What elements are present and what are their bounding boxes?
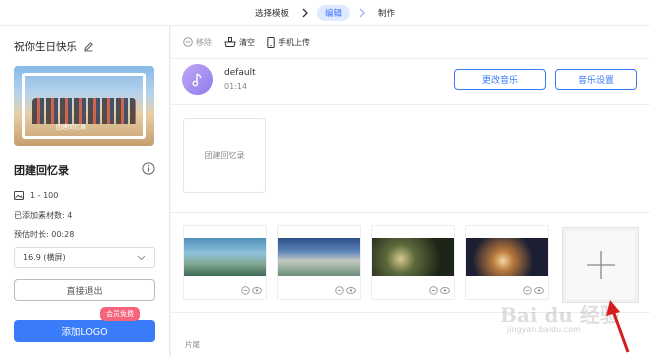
duration-row: 预估时长: 00:28 bbox=[14, 229, 74, 240]
intro-panel: 团建回忆录 bbox=[171, 105, 650, 213]
aspect-ratio-value: 16.9 (横屏) bbox=[23, 253, 66, 262]
clip-controls bbox=[523, 286, 544, 295]
add-clip-inner bbox=[566, 231, 635, 299]
clip-controls bbox=[335, 286, 356, 295]
clip-card[interactable] bbox=[183, 225, 267, 300]
music-duration: 01:14 bbox=[224, 82, 248, 91]
clip-card[interactable] bbox=[465, 225, 549, 300]
clip-card[interactable] bbox=[277, 225, 361, 300]
remove-label: 移除 bbox=[196, 37, 212, 47]
clip-card[interactable] bbox=[371, 225, 455, 300]
clip-controls bbox=[429, 286, 450, 295]
clip-thumbnail bbox=[372, 238, 454, 276]
step-select-template[interactable]: 选择模板 bbox=[251, 7, 293, 19]
estimated-duration: 预估时长: 00:28 bbox=[14, 230, 75, 239]
thumbnail-caption: 团建回忆录 bbox=[56, 124, 87, 131]
minus-circle-icon[interactable] bbox=[335, 286, 344, 295]
eye-icon[interactable] bbox=[252, 286, 262, 295]
template-thumbnail[interactable]: 团建回忆录 bbox=[14, 66, 154, 146]
clear-button[interactable]: 清空 bbox=[224, 37, 255, 48]
minus-circle-icon[interactable] bbox=[241, 286, 250, 295]
template-name: 团建回忆录 bbox=[14, 164, 69, 177]
project-title-text: 祝你生日快乐 bbox=[14, 41, 77, 53]
phone-upload-button[interactable]: 手机上传 bbox=[267, 36, 310, 48]
intro-card-label: 团建回忆录 bbox=[204, 151, 245, 160]
chevron-right-icon bbox=[302, 8, 308, 17]
info-icon[interactable] bbox=[142, 162, 155, 175]
clip-thumbnail bbox=[466, 238, 548, 276]
intro-card[interactable]: 团建回忆录 bbox=[183, 118, 266, 193]
minus-circle-icon[interactable] bbox=[429, 286, 438, 295]
plus-icon bbox=[586, 251, 615, 279]
step-edit[interactable]: 编辑 bbox=[316, 4, 350, 21]
phone-icon bbox=[267, 36, 275, 48]
added-count: 已添加素材数: 4 bbox=[14, 211, 73, 220]
outro-label: 片尾 bbox=[185, 340, 200, 349]
eye-icon[interactable] bbox=[346, 286, 356, 295]
broom-icon bbox=[224, 37, 236, 47]
clear-label: 清空 bbox=[239, 37, 255, 47]
minus-circle-icon bbox=[183, 37, 193, 47]
material-range: 1 - 100 bbox=[30, 191, 59, 200]
edit-toolbar: 移除 清空 手机上传 bbox=[171, 26, 650, 59]
vip-free-badge: 会员免费 bbox=[100, 307, 140, 321]
aspect-ratio-select[interactable]: 16.9 (横屏) bbox=[14, 247, 155, 268]
watermark-url: jingyan.baidu.com bbox=[507, 325, 581, 334]
clip-controls bbox=[241, 286, 262, 295]
watermark-logo: Bai du 经验 bbox=[500, 303, 620, 327]
material-range-row: 1 - 100 bbox=[14, 191, 58, 200]
music-note-icon bbox=[182, 64, 213, 95]
step-make[interactable]: 制作 bbox=[374, 7, 399, 19]
edit-icon[interactable] bbox=[83, 41, 94, 52]
eye-icon[interactable] bbox=[534, 286, 544, 295]
project-sidebar: 祝你生日快乐 团建回忆录 团建回忆录 1 - 100 已添加素材数: 4 预估时… bbox=[0, 26, 170, 357]
add-clip-button[interactable] bbox=[562, 227, 639, 303]
clip-thumbnail bbox=[278, 238, 360, 276]
step-bar: 选择模板 编辑 制作 bbox=[0, 0, 650, 26]
exit-button[interactable]: 直接退出 bbox=[14, 279, 155, 301]
project-title: 祝你生日快乐 bbox=[14, 39, 94, 54]
music-settings-button[interactable]: 音乐设置 bbox=[555, 69, 637, 90]
clips-panel bbox=[171, 213, 650, 313]
music-name: default bbox=[224, 68, 256, 78]
clip-thumbnail bbox=[184, 238, 266, 276]
added-count-row: 已添加素材数: 4 bbox=[14, 210, 72, 221]
music-panel: default 01:14 更改音乐 音乐设置 bbox=[171, 59, 650, 105]
image-icon bbox=[14, 191, 24, 200]
chevron-down-icon bbox=[137, 255, 146, 260]
minus-circle-icon[interactable] bbox=[523, 286, 532, 295]
phone-upload-label: 手机上传 bbox=[278, 37, 310, 47]
add-logo-button[interactable]: 添加LOGO bbox=[14, 320, 155, 342]
eye-icon[interactable] bbox=[440, 286, 450, 295]
chevron-right-icon bbox=[359, 8, 365, 17]
change-music-button[interactable]: 更改音乐 bbox=[454, 69, 546, 90]
remove-button[interactable]: 移除 bbox=[183, 37, 212, 48]
red-arrow-icon bbox=[606, 300, 630, 353]
